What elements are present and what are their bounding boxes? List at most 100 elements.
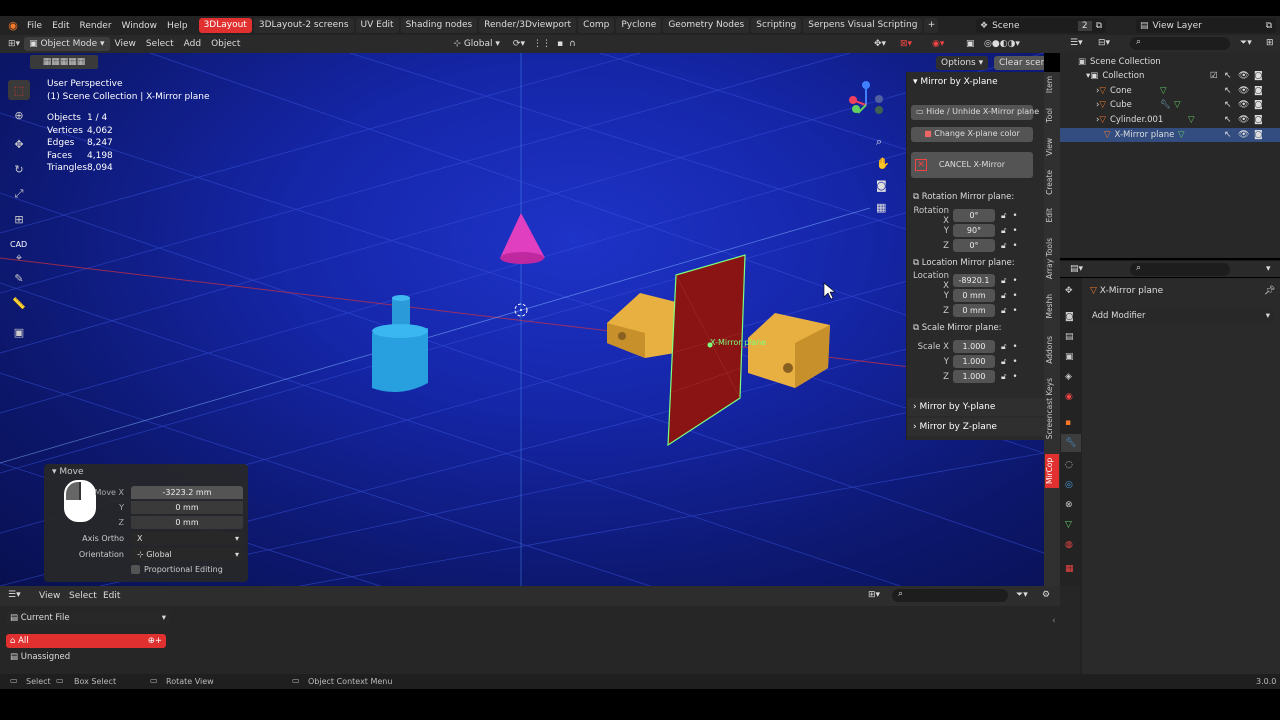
keyframe-dot-icon[interactable]: • bbox=[1013, 241, 1018, 251]
cube-mirror-object[interactable] bbox=[748, 313, 830, 388]
proportional-icon[interactable]: ∩ bbox=[569, 39, 576, 49]
rotation-z-field[interactable]: 0° bbox=[953, 239, 995, 252]
header-menu-object[interactable]: Object bbox=[206, 39, 245, 49]
tab-pyclone[interactable]: Pyclone bbox=[616, 18, 662, 33]
render-icon[interactable]: ◙ bbox=[1254, 86, 1263, 96]
editor-type-icon[interactable]: ☰▾ bbox=[1070, 38, 1083, 48]
tab-3dlayout-2[interactable]: 3DLayout-2 screens bbox=[253, 18, 354, 33]
tab-render-3dviewport[interactable]: Render/3Dviewport bbox=[479, 18, 577, 33]
select-arrow-icon[interactable]: ↖ bbox=[1224, 115, 1232, 125]
asset-search-input[interactable]: ⌕ bbox=[892, 589, 1008, 602]
snap-icon[interactable]: ⋮⋮ bbox=[533, 39, 551, 49]
location-z-field[interactable]: 0 mm bbox=[953, 304, 995, 317]
collapse-arrow-icon[interactable]: ‹ bbox=[1052, 616, 1056, 626]
mode-select[interactable]: ▣ Object Mode ▾ bbox=[24, 37, 110, 51]
tab-create[interactable]: Create bbox=[1045, 170, 1059, 195]
snap-toggle-icon[interactable]: ▪ bbox=[557, 39, 563, 49]
select-arrow-icon[interactable]: ↖ bbox=[1224, 130, 1232, 140]
tab-scripting[interactable]: Scripting bbox=[751, 18, 802, 33]
xray-icon[interactable]: ▣ bbox=[966, 39, 975, 49]
overlays-icon[interactable]: ◉▾ bbox=[932, 39, 944, 49]
material-props-icon[interactable]: ◍ bbox=[1065, 540, 1073, 550]
particles-props-icon[interactable]: ◌ bbox=[1065, 460, 1073, 470]
asset-menu-select[interactable]: Select bbox=[64, 591, 102, 601]
lock-icon[interactable]: 🔓︎ bbox=[1001, 226, 1007, 236]
select-arrow-icon[interactable]: ↖ bbox=[1224, 100, 1232, 110]
shading-modes-icon[interactable]: ◎●◐◑▾ bbox=[984, 39, 1020, 49]
rotation-y-field[interactable]: 90° bbox=[953, 224, 995, 237]
output-props-icon[interactable]: ▤ bbox=[1065, 332, 1074, 342]
data-props-icon[interactable]: ▽ bbox=[1065, 520, 1072, 530]
tab-tool[interactable]: Tool bbox=[1045, 108, 1059, 123]
outliner-row[interactable]: ▾ ▣ Collection ☑ ↖ 👁︎ ◙ bbox=[1060, 69, 1280, 83]
keyframe-dot-icon[interactable]: • bbox=[1013, 276, 1018, 286]
tab-comp[interactable]: Comp bbox=[578, 18, 615, 33]
change-color-button[interactable]: ■ Change X-plane color bbox=[911, 127, 1033, 142]
grid-view-icon[interactable]: ⊞▾ bbox=[868, 590, 880, 600]
tab-3dlayout[interactable]: 3DLayout bbox=[198, 18, 252, 33]
ortho-grid-icon[interactable]: ▦ bbox=[876, 201, 886, 214]
navigation-gizmo[interactable] bbox=[849, 81, 883, 114]
add-catalog-icon[interactable]: ⊕+ bbox=[148, 634, 162, 648]
filter-icon[interactable]: ⏷▾ bbox=[1240, 38, 1252, 48]
scale-z-field[interactable]: 1.000 bbox=[953, 370, 995, 383]
tab-serpens[interactable]: Serpens Visual Scripting bbox=[803, 18, 923, 33]
gizmo-icon[interactable]: ✥▾ bbox=[874, 39, 886, 49]
texture-props-icon[interactable]: ▦ bbox=[1065, 564, 1074, 574]
editor-type-icon[interactable]: ☰▾ bbox=[8, 590, 21, 600]
pan-hand-icon[interactable]: ✋ bbox=[876, 157, 890, 170]
outliner-row-selected[interactable]: ▽ X-Mirror plane ▽ ↖ 👁︎ ◙ bbox=[1060, 128, 1280, 142]
mirror-x-title[interactable]: Mirror by X-plane bbox=[920, 77, 997, 87]
annotate-tool-icon[interactable]: ✎ bbox=[8, 268, 30, 288]
tool-props-icon[interactable]: ✥ bbox=[1065, 286, 1073, 296]
proportional-checkbox[interactable] bbox=[131, 565, 140, 574]
clear-scene-button[interactable]: Clear scene bbox=[994, 56, 1044, 70]
library-select[interactable]: ▤ Current File ▾ bbox=[6, 611, 170, 625]
tab-array-tools[interactable]: Array Tools bbox=[1045, 238, 1059, 279]
axis-ortho-select[interactable]: X ▾ bbox=[131, 532, 243, 545]
header-menu-add[interactable]: Add bbox=[179, 39, 206, 49]
view-layer-name[interactable]: View Layer bbox=[1153, 21, 1262, 31]
select-arrow-icon[interactable]: ↖ bbox=[1224, 86, 1232, 96]
tab-screencast-keys[interactable]: Screencast Keys bbox=[1045, 378, 1059, 439]
render-props-icon[interactable]: ◙ bbox=[1065, 312, 1074, 322]
eye-icon[interactable]: 👁︎ bbox=[1238, 71, 1249, 81]
cube-object[interactable] bbox=[607, 293, 680, 358]
overlay-red-icon[interactable]: ⊠▾ bbox=[900, 39, 912, 49]
transform-tool-icon[interactable]: ⊞ bbox=[8, 209, 30, 229]
copy-view-layer-icon[interactable]: ⧉ bbox=[1266, 21, 1272, 31]
lock-icon[interactable]: 🔓︎ bbox=[1001, 357, 1007, 367]
move-z-field[interactable]: 0 mm bbox=[131, 516, 243, 529]
menu-help[interactable]: Help bbox=[162, 21, 193, 31]
eye-icon[interactable]: 👁︎ bbox=[1238, 115, 1249, 125]
copy-scene-icon[interactable]: ⧉ bbox=[1096, 21, 1102, 31]
zoom-icon[interactable]: ⌕ bbox=[876, 135, 882, 149]
add-cube-tool-icon[interactable]: ▣ bbox=[8, 322, 30, 342]
outliner-row[interactable]: ▣ Scene Collection bbox=[1060, 55, 1280, 69]
scale-y-field[interactable]: 1.000 bbox=[953, 355, 995, 368]
catalog-all[interactable]: ⌂ All ⊕+ bbox=[6, 634, 166, 648]
measure-tool-icon[interactable]: 📏 bbox=[8, 293, 30, 313]
tab-meshh[interactable]: Meshh bbox=[1045, 294, 1059, 319]
menu-file[interactable]: File bbox=[22, 21, 47, 31]
menu-edit[interactable]: Edit bbox=[47, 21, 74, 31]
keyframe-dot-icon[interactable]: • bbox=[1013, 211, 1018, 221]
transform-orientation-select[interactable]: ⊹ Global ▾ bbox=[448, 37, 505, 51]
filter-icon[interactable]: ⏷▾ bbox=[1016, 590, 1028, 600]
scale-x-field[interactable]: 1.000 bbox=[953, 340, 995, 353]
lock-icon[interactable]: 🔓︎ bbox=[1001, 291, 1007, 301]
tab-addons[interactable]: Addons bbox=[1045, 336, 1059, 364]
location-x-field[interactable]: -8920.1 bbox=[953, 274, 995, 287]
move-tool-icon[interactable]: ✥ bbox=[8, 134, 30, 154]
tab-mircop[interactable]: MirCop bbox=[1045, 454, 1059, 488]
outliner-row[interactable]: › ▽ Cone ▽ ↖ 👁︎ ◙ bbox=[1060, 84, 1280, 98]
tab-view[interactable]: View bbox=[1045, 138, 1059, 156]
tab-geometry-nodes[interactable]: Geometry Nodes bbox=[663, 18, 750, 33]
scale-tool-icon[interactable]: ⤢ bbox=[8, 184, 30, 204]
render-icon[interactable]: ◙ bbox=[1254, 130, 1263, 140]
display-mode-icon[interactable]: ⊟▾ bbox=[1098, 38, 1110, 48]
cylinder-object[interactable] bbox=[372, 295, 428, 392]
editor-type-icon[interactable]: ⊞▾ bbox=[8, 39, 20, 49]
lock-icon[interactable]: 🔓︎ bbox=[1001, 342, 1007, 352]
add-modifier-button[interactable]: Add Modifier ▾ bbox=[1088, 309, 1274, 323]
